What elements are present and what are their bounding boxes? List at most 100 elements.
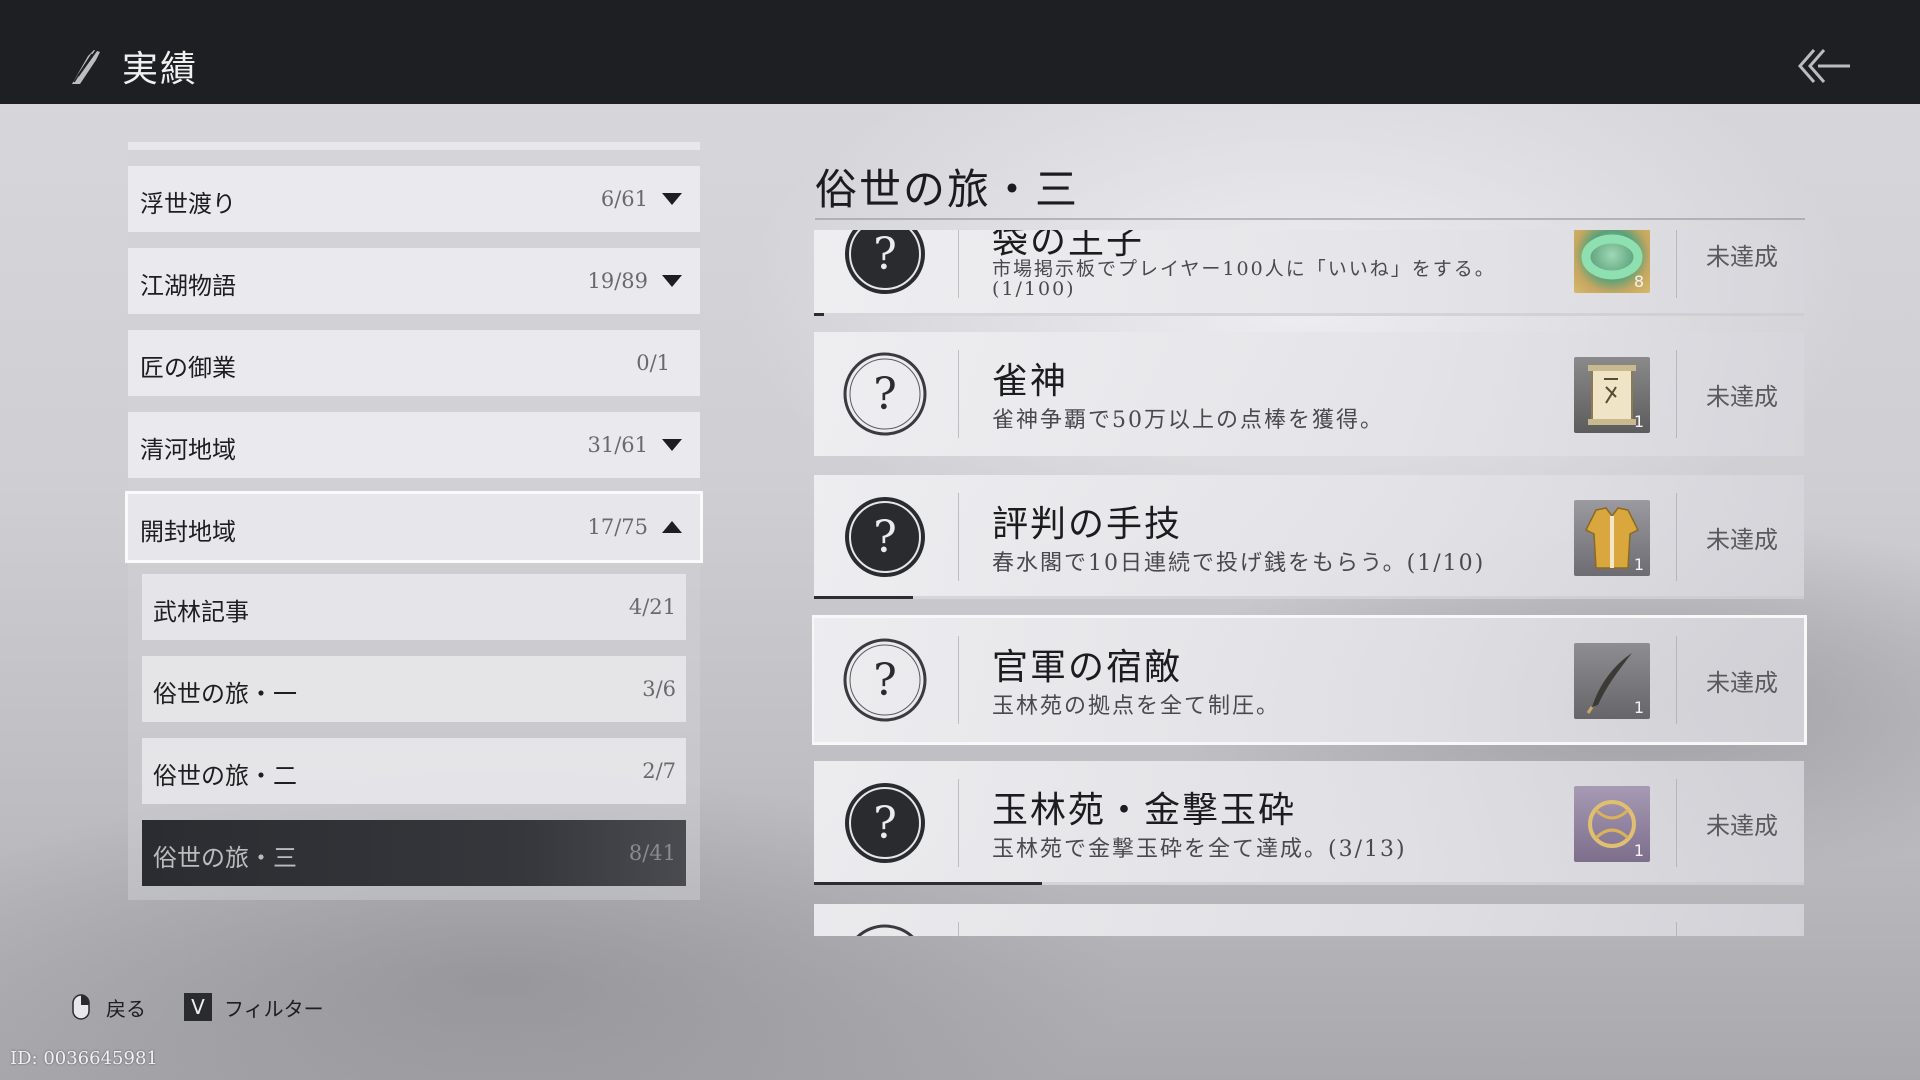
reward-quantity: 1 [1633, 841, 1644, 860]
subcategory-item-burin-kiji[interactable]: 武林記事 4/21 [142, 574, 686, 640]
category-item-takumi[interactable]: 匠の御業 0/1 [128, 330, 700, 396]
card-divider [1676, 922, 1677, 936]
card-divider [958, 230, 959, 298]
subcategory-item-zokuse-1[interactable]: 俗世の旅・一 3/6 [142, 656, 686, 722]
achievement-status: 未達成 [1706, 669, 1778, 697]
achievement-name: 官軍の宿敵 [992, 647, 1183, 688]
achievement-name: 玉林苑・金撃玉砕 [992, 790, 1297, 831]
category-label: 匠の御業 [140, 354, 236, 382]
unknown-question-icon: ? [845, 230, 925, 294]
card-divider [958, 779, 959, 867]
reward-quantity: 1 [1633, 555, 1644, 574]
caret-down-icon [662, 275, 682, 287]
unknown-question-icon: ? [843, 638, 927, 722]
title-divider [815, 218, 1805, 220]
card-divider [1676, 636, 1677, 724]
achievement-card[interactable]: ? 雀神 雀神争覇で50万以上の点棒を獲得。 1 未達成 [814, 332, 1804, 456]
svg-text:?: ? [873, 369, 897, 420]
svg-text:?: ? [873, 512, 897, 563]
golden-robe-icon[interactable]: 1 [1574, 500, 1650, 576]
achievement-status: 未達成 [1706, 526, 1778, 554]
reward-quantity: 8 [1633, 272, 1644, 291]
back-hint-label[interactable]: 戻る [106, 993, 146, 1022]
card-divider [1676, 230, 1677, 298]
feather-quill-icon[interactable]: 1 [1574, 643, 1650, 719]
achievement-card[interactable] [814, 904, 1804, 936]
svg-text:?: ? [873, 655, 897, 706]
category-count: 31/61 [587, 433, 648, 457]
card-divider [1676, 493, 1677, 581]
achievement-status: 未達成 [1706, 812, 1778, 840]
achievement-desc: 玉林苑で金撃玉砕を全て達成。(3/13) [992, 837, 1407, 862]
caret-up-icon [662, 521, 682, 533]
caret-down-icon [662, 439, 682, 451]
category-label: 江湖物語 [140, 272, 236, 300]
unknown-question-icon: ? [843, 352, 927, 436]
list-top-strip [128, 142, 700, 150]
achievement-card[interactable]: ? 官軍の宿敵 玉林苑の拠点を全て制圧。 1 未達成 [812, 615, 1807, 745]
achievement-list[interactable]: ? 袋の王子 市場掲示板でプレイヤー100人に「いいね」をする。 (1/100)… [812, 230, 1808, 936]
filter-hint-label[interactable]: フィルター [224, 993, 324, 1022]
category-list: 浮世渡り 6/61 江湖物語 19/89 匠の御業 0/1 清河地域 31/61… [125, 142, 703, 900]
category-count: 0/1 [636, 351, 670, 375]
progress-fill [814, 596, 913, 599]
achievement-desc: 春水閣で10日連続で投げ銭をもらう。(1/10) [992, 551, 1486, 576]
achievement-card[interactable]: ? 袋の王子 市場掲示板でプレイヤー100人に「いいね」をする。 (1/100)… [814, 230, 1804, 316]
achievement-desc: 市場掲示板でプレイヤー100人に「いいね」をする。 [992, 258, 1496, 280]
section-title: 俗世の旅・三 [815, 165, 1080, 214]
category-label: 開封地域 [140, 518, 236, 546]
subcategory-count: 2/7 [642, 759, 676, 783]
progress-fill [814, 882, 1042, 885]
svg-text:?: ? [873, 230, 897, 280]
double-chevron-left-icon[interactable] [1796, 46, 1852, 86]
subcategory-item-zokuse-3[interactable]: 俗世の旅・三 8/41 [142, 820, 686, 886]
player-id: ID: 0036645981 [10, 1048, 158, 1069]
progress-track [814, 313, 1804, 316]
subcategory-label: 俗世の旅・三 [153, 844, 297, 872]
top-bar: 実績 [0, 0, 1920, 104]
jade-bracelet-icon[interactable]: 8 [1574, 230, 1650, 293]
card-divider [958, 493, 959, 581]
unknown-question-icon: ? [845, 783, 925, 863]
title-scroll-icon[interactable]: 1 [1574, 357, 1650, 433]
card-divider [1676, 779, 1677, 867]
achievement-status: 未達成 [1706, 243, 1778, 271]
category-count: 17/75 [587, 515, 648, 539]
unknown-question-icon [856, 924, 914, 936]
subcategory-label: 俗世の旅・一 [153, 680, 297, 708]
achievement-desc: 玉林苑の拠点を全て制圧。 [992, 694, 1281, 719]
subcategory-label: 俗世の旅・二 [153, 762, 297, 790]
subcategory-count: 4/21 [628, 595, 676, 619]
card-divider [1676, 350, 1677, 438]
achievement-card[interactable]: ? 評判の手技 春水閣で10日連続で投げ銭をもらう。(1/10) 1 未達成 [814, 475, 1804, 599]
filter-key-badge: V [184, 993, 212, 1021]
mouse-right-click-icon [72, 994, 90, 1020]
svg-text:?: ? [873, 798, 897, 849]
achievement-desc-progress: (1/100) [992, 278, 1076, 300]
reward-quantity: 1 [1633, 698, 1644, 717]
page-title: 実績 [122, 49, 199, 90]
achievement-card[interactable]: ? 玉林苑・金撃玉砕 玉林苑で金撃玉砕を全て達成。(3/13) 1 未達成 [814, 761, 1804, 885]
category-item-kaifu[interactable]: 開封地域 17/75 [125, 491, 703, 563]
category-item-ukiyowatari[interactable]: 浮世渡り 6/61 [128, 166, 700, 232]
achievement-status: 未達成 [1706, 383, 1778, 411]
category-label: 浮世渡り [140, 190, 236, 218]
category-item-seiga[interactable]: 清河地域 31/61 [128, 412, 700, 478]
subcategory-count: 3/6 [642, 677, 676, 701]
achievement-desc: 雀神争覇で50万以上の点棒を獲得。 [992, 408, 1384, 433]
subcategory-label: 武林記事 [153, 598, 249, 626]
progress-fill [814, 313, 824, 316]
card-divider [958, 350, 959, 438]
golden-emblem-icon[interactable]: 1 [1574, 786, 1650, 862]
category-count: 19/89 [587, 269, 648, 293]
achievement-name: 雀神 [992, 361, 1069, 402]
subcategory-item-zokuse-2[interactable]: 俗世の旅・二 2/7 [142, 738, 686, 804]
progress-track [814, 596, 1804, 599]
subcategory-count: 8/41 [628, 841, 676, 865]
achievement-name: 評判の手技 [992, 504, 1183, 545]
category-item-koko-monogatari[interactable]: 江湖物語 19/89 [128, 248, 700, 314]
caret-down-icon [662, 193, 682, 205]
card-divider [958, 922, 959, 936]
card-divider [958, 636, 959, 724]
category-label: 清河地域 [140, 436, 236, 464]
